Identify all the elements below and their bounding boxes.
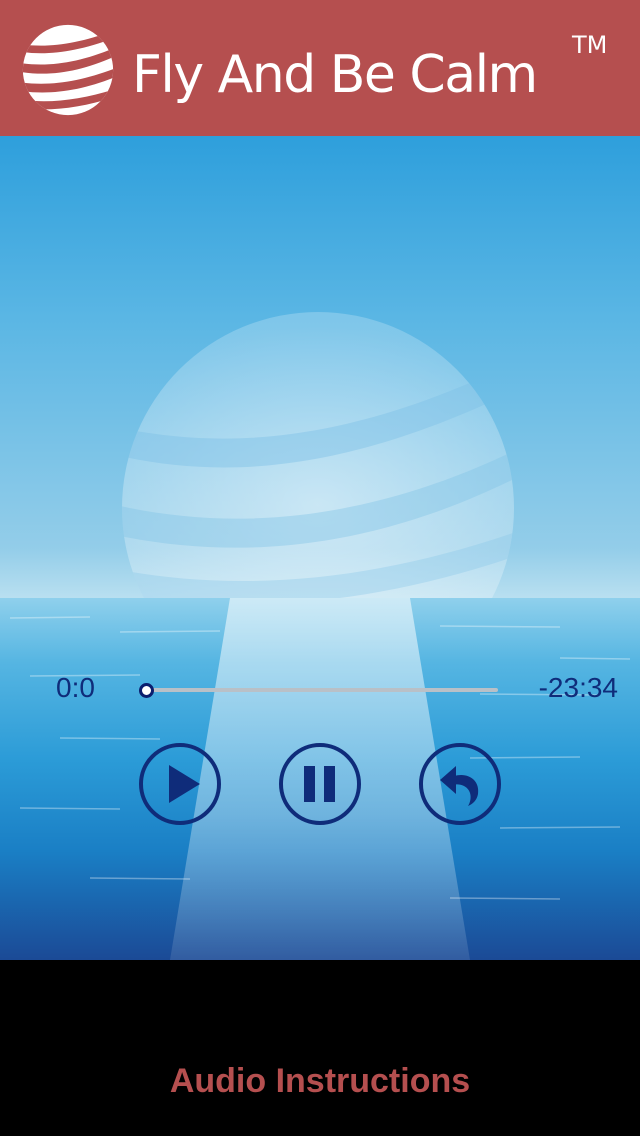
app-screen: Fly And Be Calm TM 0:0 -23:34 Audio Inst…	[0, 0, 640, 1136]
striped-globe-logo-icon	[22, 24, 114, 116]
ocean-scene-background	[0, 136, 640, 960]
app-title: Fly And Be Calm	[132, 45, 538, 105]
app-footer: Audio Instructions	[0, 960, 640, 1136]
progress-slider-track[interactable]	[146, 688, 498, 692]
replay-icon	[419, 743, 501, 825]
remaining-time: -23:34	[538, 672, 618, 703]
sun-globe-graphic	[122, 312, 514, 610]
play-button[interactable]	[138, 742, 222, 826]
play-icon	[139, 743, 221, 825]
app-header: Fly And Be Calm TM	[0, 0, 640, 136]
progress-slider-thumb[interactable]	[139, 683, 154, 698]
replay-button[interactable]	[418, 742, 502, 826]
pause-button[interactable]	[278, 742, 362, 826]
audio-instructions-link[interactable]: Audio Instructions	[0, 1060, 640, 1102]
elapsed-time: 0:0	[56, 672, 95, 703]
pause-icon	[279, 743, 361, 825]
trademark-mark: TM	[572, 31, 608, 59]
